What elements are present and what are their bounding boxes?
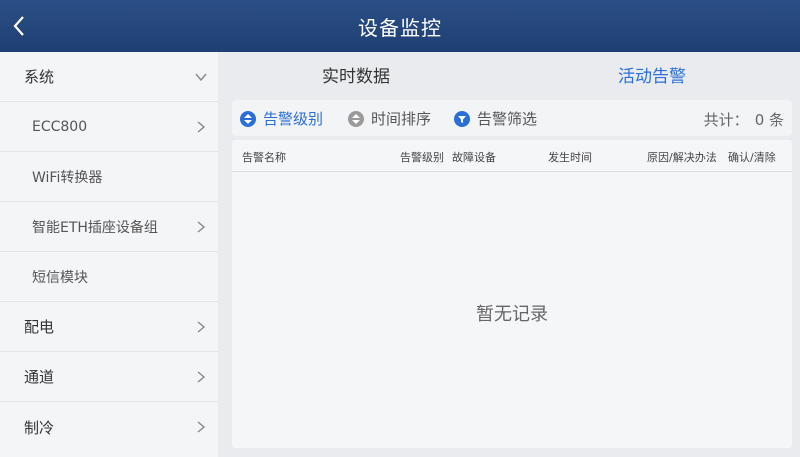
- tab-active-alarms[interactable]: 活动告警: [618, 62, 686, 87]
- column-header-occurrence-time[interactable]: 发生时间: [548, 149, 592, 165]
- alarm-filter-button[interactable]: 告警筛选: [454, 108, 537, 129]
- total-value: 0 条: [754, 111, 784, 129]
- sidebar-item-power-distribution[interactable]: 配电: [0, 302, 218, 352]
- chevron-right-icon: [197, 421, 206, 433]
- sidebar-item-cooling[interactable]: 制冷: [0, 402, 218, 452]
- column-header-alarm-level[interactable]: 告警级别: [400, 149, 444, 165]
- sort-icon: [348, 110, 364, 127]
- sidebar-item-ecc800[interactable]: ECC800: [0, 102, 218, 152]
- chevron-right-icon: [197, 370, 206, 383]
- table-header: 告警名称 告警级别 故障设备 发生时间 原因/解决办法 确认/清除: [232, 140, 792, 172]
- sort-icon: [240, 110, 256, 127]
- alarm-table: 告警名称 告警级别 故障设备 发生时间 原因/解决办法 确认/清除 暂无记录: [232, 140, 792, 448]
- sidebar-item-wifi-converter[interactable]: WiFi转换器: [0, 152, 218, 202]
- sidebar-item-label: 通道: [24, 368, 55, 386]
- sort-by-time-button[interactable]: 时间排序: [348, 108, 431, 129]
- chevron-left-icon: [13, 16, 24, 36]
- filter-bar: 告警级别 时间排序 告警筛选 共计： 0 条: [232, 100, 792, 136]
- sidebar-item-label: 制冷: [24, 418, 55, 437]
- tab-realtime-data[interactable]: 实时数据: [322, 62, 390, 87]
- alarm-filter-label: 告警筛选: [477, 110, 538, 128]
- column-header-alarm-name[interactable]: 告警名称: [242, 149, 286, 165]
- title-bar: 设备监控: [0, 0, 800, 52]
- chevron-right-icon: [197, 220, 206, 233]
- sidebar-item-label: WiFi转换器: [32, 169, 103, 186]
- column-header-cause-solution[interactable]: 原因/解决办法: [647, 149, 717, 165]
- sort-by-level-label: 告警级别: [263, 110, 324, 128]
- chevron-right-icon: [197, 320, 206, 333]
- sort-by-level-button[interactable]: 告警级别: [240, 108, 323, 129]
- column-header-confirm-clear[interactable]: 确认/清除: [728, 149, 776, 165]
- tab-bar: 实时数据 活动告警: [218, 52, 800, 96]
- sidebar-item-system[interactable]: 系统: [0, 52, 218, 102]
- sidebar-item-label: 配电: [24, 318, 55, 336]
- sidebar-item-channel[interactable]: 通道: [0, 352, 218, 402]
- back-button[interactable]: [4, 8, 34, 44]
- column-header-faulty-device[interactable]: 故障设备: [452, 149, 496, 165]
- sidebar-item-label: 短信模块: [32, 269, 88, 286]
- sidebar-item-eth-socket-group[interactable]: 智能ETH插座设备组: [0, 202, 218, 252]
- sidebar-item-label: ECC800: [32, 118, 88, 135]
- sort-by-time-label: 时间排序: [371, 110, 432, 128]
- sidebar: 系统 ECC800 WiFi转换器 智能ETH插座设备组 短信模块 配电 通道 …: [0, 52, 218, 457]
- total-count: 共计： 0 条: [704, 109, 784, 130]
- sidebar-item-sms-module[interactable]: 短信模块: [0, 252, 218, 302]
- sidebar-item-label: 智能ETH插座设备组: [32, 219, 158, 236]
- main-panel: 实时数据 活动告警 告警级别 时间排序 告警筛选 共计： 0 条 告警名称 告警…: [218, 52, 800, 457]
- empty-state-text: 暂无记录: [476, 304, 548, 325]
- chevron-down-icon: [195, 73, 207, 81]
- filter-icon: [454, 110, 470, 127]
- page-title: 设备监控: [358, 15, 442, 40]
- chevron-right-icon: [197, 120, 206, 133]
- sidebar-item-label: 系统: [24, 68, 55, 86]
- total-label: 共计：: [703, 111, 749, 129]
